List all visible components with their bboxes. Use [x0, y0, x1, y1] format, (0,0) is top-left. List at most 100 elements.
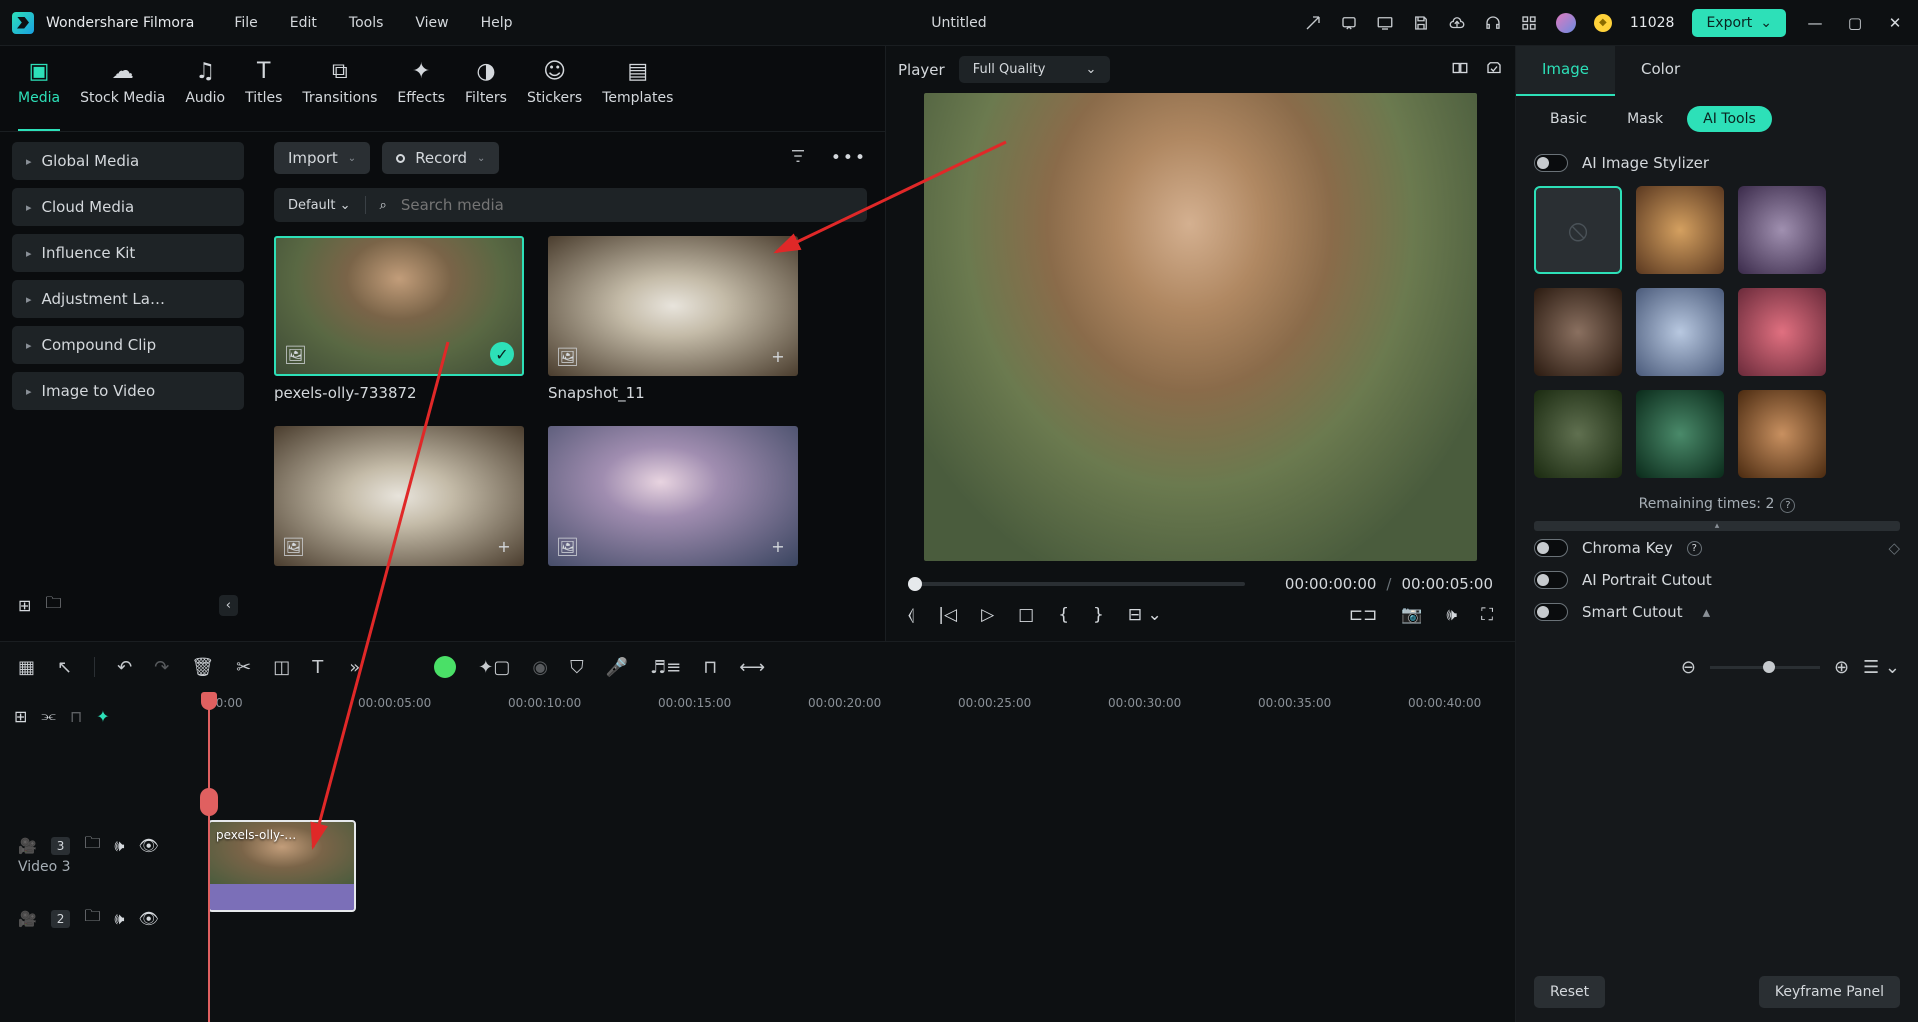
add-icon[interactable]: + — [492, 534, 516, 558]
smart-cutout-toggle[interactable] — [1534, 603, 1568, 621]
ai-stylizer-toggle[interactable] — [1534, 154, 1568, 172]
expand-up-icon[interactable]: ▴ — [1703, 603, 1711, 621]
media-thumb[interactable]: 🖼+ Snapshot_11 — [548, 236, 798, 402]
help-icon[interactable]: ? — [1780, 498, 1795, 513]
ratio-dropdown[interactable]: ⊟ ⌄ — [1128, 605, 1162, 625]
stop-icon[interactable]: □ — [1018, 605, 1034, 625]
send-icon[interactable] — [1304, 14, 1322, 32]
marker-icon[interactable]: ⊓ — [703, 657, 717, 678]
display-icon[interactable]: ⊏⊐ — [1349, 605, 1378, 625]
section-collapse[interactable] — [1534, 521, 1900, 531]
avatar[interactable] — [1556, 13, 1576, 33]
zoom-out-icon[interactable]: ⊖ — [1681, 657, 1696, 678]
view-options-icon[interactable]: ☰ ⌄ — [1863, 657, 1900, 678]
style-preset[interactable] — [1636, 390, 1724, 478]
timeline-clip[interactable]: pexels-olly-… — [208, 820, 356, 912]
music-icon[interactable]: ♬≡ — [650, 657, 681, 678]
menu-help[interactable]: Help — [481, 15, 513, 31]
chroma-key-toggle[interactable] — [1534, 539, 1568, 557]
tab-color[interactable]: Color — [1615, 46, 1706, 96]
pointer-tool-icon[interactable]: ↖ — [57, 657, 72, 678]
link-icon[interactable]: ⫘ — [41, 706, 55, 726]
sidebar-item-global-media[interactable]: Global Media — [12, 142, 244, 180]
timeline-tracks[interactable]: 00:00 00:00:05:00 00:00:10:00 00:00:15:0… — [208, 692, 1918, 1022]
sort-dropdown[interactable]: Default ⌄ — [288, 198, 351, 213]
import-dropdown[interactable]: Import⌄ — [274, 142, 370, 174]
style-none[interactable]: ⦸ — [1534, 186, 1622, 274]
subtab-mask[interactable]: Mask — [1611, 106, 1679, 132]
menu-file[interactable]: File — [234, 15, 257, 31]
track-mute-icon[interactable]: 🕪 — [114, 836, 124, 856]
media-thumb[interactable]: 🖼✓ pexels-olly-733872 — [274, 236, 524, 402]
menu-view[interactable]: View — [415, 15, 448, 31]
play-icon[interactable]: ▷ — [981, 605, 994, 625]
help-icon[interactable]: ? — [1687, 541, 1702, 556]
select-tool-icon[interactable]: ▦ — [18, 657, 35, 678]
track-visible-icon[interactable]: 👁 — [138, 836, 158, 855]
subtab-ai-tools[interactable]: AI Tools — [1687, 106, 1772, 132]
snapshot-settings-icon[interactable] — [1485, 59, 1503, 81]
tab-transitions[interactable]: ⧉Transitions — [302, 58, 377, 131]
tab-effects[interactable]: ✦Effects — [397, 58, 445, 131]
zoom-in-icon[interactable]: ⊕ — [1834, 657, 1849, 678]
delete-icon[interactable]: 🗑 — [191, 657, 214, 678]
tab-templates[interactable]: ▤Templates — [602, 58, 673, 131]
maximize-button[interactable]: ▢ — [1844, 12, 1866, 34]
filter-icon[interactable] — [789, 147, 807, 170]
export-button[interactable]: Export⌄ — [1692, 9, 1786, 37]
step-back-icon[interactable]: |◁ — [938, 605, 957, 625]
record-dropdown[interactable]: Record⌄ — [382, 142, 499, 174]
crop-icon[interactable]: ◫ — [273, 657, 290, 678]
tab-media[interactable]: ▣Media — [18, 58, 60, 131]
scrubber[interactable] — [908, 582, 1245, 586]
tab-audio[interactable]: ♫Audio — [185, 58, 225, 131]
sidebar-item-influence-kit[interactable]: Influence Kit — [12, 234, 244, 272]
ai-face-icon[interactable] — [434, 656, 456, 678]
undo-icon[interactable]: ↶ — [117, 657, 132, 678]
enhance-icon[interactable]: ✦▢ — [478, 657, 510, 678]
new-folder-icon[interactable]: ⊞ — [18, 596, 31, 615]
fit-icon[interactable]: ⟷ — [739, 657, 765, 678]
tab-titles[interactable]: TTitles — [245, 58, 282, 131]
text-tool-icon[interactable]: T — [312, 657, 323, 678]
track-folder-icon[interactable]: 🗀 — [84, 832, 100, 859]
tab-stock-media[interactable]: ☁Stock Media — [80, 58, 165, 131]
minimize-button[interactable]: — — [1804, 12, 1826, 34]
shield-icon[interactable]: ⛉ — [570, 657, 584, 678]
mark-out-icon[interactable]: } — [1093, 605, 1104, 625]
auto-ripple-icon[interactable]: ✦ — [96, 707, 109, 726]
tab-filters[interactable]: ◑Filters — [465, 58, 507, 131]
media-thumb[interactable]: 🖼+ — [548, 426, 798, 566]
style-preset[interactable] — [1738, 288, 1826, 376]
style-preset[interactable] — [1738, 186, 1826, 274]
tab-stickers[interactable]: ☺Stickers — [527, 58, 582, 131]
mark-in-icon[interactable]: { — [1058, 605, 1069, 625]
prev-frame-icon[interactable]: ⦉ — [908, 605, 914, 625]
snapshot-icon[interactable]: 📷 — [1401, 605, 1422, 625]
screen-icon[interactable] — [1376, 14, 1394, 32]
sidebar-item-image-to-video[interactable]: Image to Video — [12, 372, 244, 410]
headset-icon[interactable] — [1484, 14, 1502, 32]
sidebar-item-compound-clip[interactable]: Compound Clip — [12, 326, 244, 364]
zoom-slider[interactable] — [1710, 666, 1820, 669]
track-visible-icon[interactable]: 👁 — [138, 909, 158, 928]
media-thumb[interactable]: 🖼+ — [274, 426, 524, 566]
search-input[interactable] — [401, 196, 853, 214]
points-value[interactable]: 11028 — [1630, 15, 1675, 31]
style-preset[interactable] — [1534, 390, 1622, 478]
subtab-basic[interactable]: Basic — [1534, 106, 1603, 132]
redo-icon[interactable]: ↷ — [154, 657, 169, 678]
record-vo-icon[interactable]: ◉ — [532, 657, 548, 678]
collapse-sidebar-icon[interactable]: ‹ — [219, 595, 238, 616]
more-tools-icon[interactable]: » — [349, 657, 360, 678]
mic-icon[interactable]: 🎤 — [606, 657, 628, 678]
compare-icon[interactable] — [1451, 59, 1469, 81]
split-icon[interactable]: ✂ — [236, 657, 251, 678]
style-preset[interactable] — [1738, 390, 1826, 478]
add-icon[interactable]: + — [766, 534, 790, 558]
razor-icon[interactable] — [200, 788, 218, 816]
video-frame[interactable] — [924, 93, 1477, 561]
folder-icon[interactable]: 🗀 — [45, 592, 61, 619]
style-preset[interactable] — [1534, 288, 1622, 376]
fullscreen-icon[interactable]: ⛶ — [1481, 605, 1493, 625]
